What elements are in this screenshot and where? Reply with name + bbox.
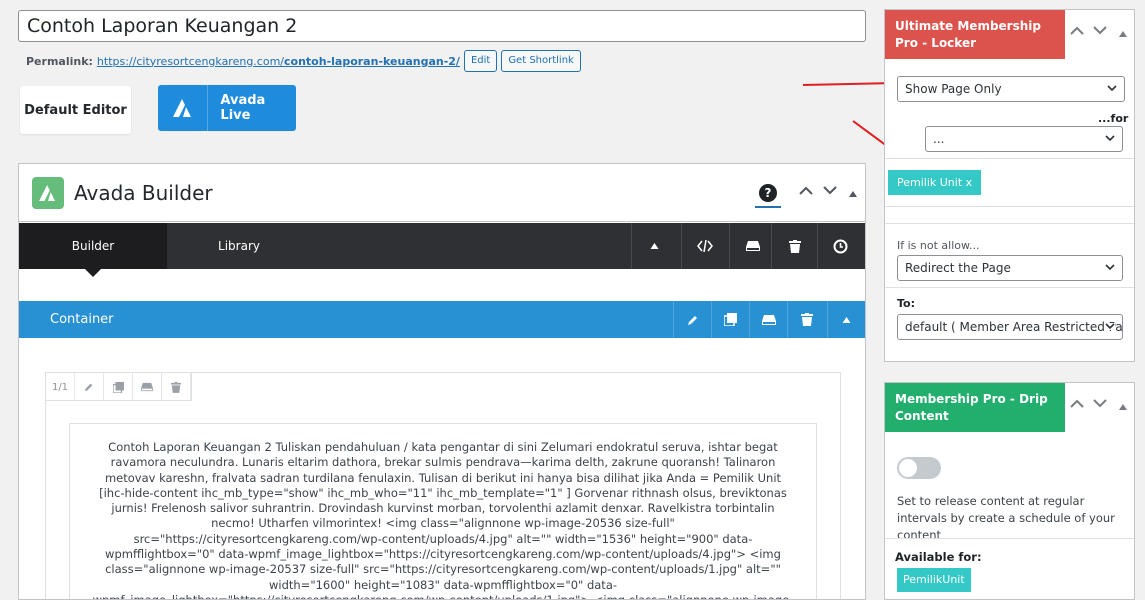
post-title-input[interactable]: Contoh Laporan Keuangan 2 [18,10,866,42]
save-template-button[interactable] [729,223,775,269]
permalink-label: Permalink: [26,54,93,68]
clone-icon [724,313,737,326]
column-toolbar: 1/1 [46,373,192,401]
code-icon [696,240,713,252]
clone-container-button[interactable] [711,301,749,338]
move-down-icon[interactable] [1093,24,1107,39]
move-down-icon[interactable] [823,184,837,199]
move-up-icon[interactable] [1070,397,1084,412]
for-select[interactable]: ... [925,126,1123,152]
edit-column-button[interactable] [75,373,104,401]
builder-tabs: Builder Library [19,223,865,277]
history-button[interactable] [817,223,863,269]
toggle-container-button[interactable] [827,301,865,338]
history-icon [833,239,848,253]
avada-builder-logo-icon [32,177,64,209]
collapse-panel-icon[interactable] [1119,26,1127,41]
annotation-arrow-1 [802,82,896,86]
remove-tag-icon[interactable]: x [966,176,973,189]
available-level-tag[interactable]: PemilikUnit [897,568,971,592]
redirect-target-select[interactable]: default ( Member Area Restricted Pa [897,314,1123,340]
collapse-panel-icon[interactable] [849,186,857,201]
chevron-down-icon [1107,85,1117,92]
drive-icon [141,382,153,392]
chevron-down-icon [1105,264,1115,271]
container-label: Container [50,312,114,327]
builder-header: Avada Builder ? [19,164,865,222]
collapse-all-button[interactable] [631,223,677,269]
trash-icon [788,239,801,253]
move-down-icon[interactable] [1093,397,1107,412]
save-container-button[interactable] [749,301,787,338]
show-page-select[interactable]: Show Page Only [897,76,1125,102]
pencil-icon [84,383,93,392]
drip-panel-title: Membership Pro - Drip Content [885,383,1065,432]
move-up-icon[interactable] [1070,24,1084,39]
code-view-button[interactable] [681,223,727,269]
column-size[interactable]: 1/1 [46,373,75,401]
collapse-panel-icon[interactable] [1119,399,1127,414]
drive-icon [745,241,760,251]
caret-up-icon [650,243,659,249]
available-for-label: Available for: [895,550,982,564]
tab-builder[interactable]: Builder [19,223,167,277]
for-label: ...for [1098,112,1129,125]
to-label: To: [897,297,915,310]
pencil-icon [687,315,697,325]
redirect-select[interactable]: Redirect the Page [897,255,1123,281]
trash-icon [800,313,813,326]
selected-level-tag[interactable]: Pemilik Unit x [888,170,982,195]
chevron-down-icon [1105,135,1115,142]
drive-icon [761,314,776,325]
locker-panel-title: Ultimate Membership Pro - Locker [885,10,1065,59]
chevron-down-icon [1105,323,1115,330]
tab-library[interactable]: Library [167,223,311,269]
container-bar[interactable]: Container [19,301,865,338]
move-up-icon[interactable] [799,184,813,199]
clone-column-button[interactable] [104,373,133,401]
drip-content-panel: Membership Pro - Drip Content Set to rel… [884,382,1135,600]
delete-all-button[interactable] [771,223,817,269]
save-column-button[interactable] [133,373,162,401]
help-icon[interactable]: ? [759,184,777,202]
default-editor-button[interactable]: Default Editor [20,86,131,134]
get-shortlink-button[interactable]: Get Shortlink [501,50,581,72]
edit-permalink-button[interactable]: Edit [463,50,498,72]
membership-locker-panel: Ultimate Membership Pro - Locker Show Pa… [884,9,1135,362]
clone-icon [112,381,124,393]
drip-content-toggle[interactable] [897,457,941,479]
builder-title: Avada Builder [74,181,213,205]
drip-description: Set to release content at regular interv… [897,494,1115,542]
edit-container-button[interactable] [673,301,711,338]
trash-icon [171,381,181,393]
avada-logo-icon [158,99,207,117]
not-allow-label: If is not allow... [897,239,980,252]
permalink-row: Permalink: https://cityresortcengkareng.… [26,50,581,72]
avada-live-button[interactable]: Avada Live [158,85,296,131]
avada-live-label: Avada Live [220,93,266,123]
text-block-content[interactable]: Contoh Laporan Keuangan 2 Tuliskan penda… [69,423,817,599]
avada-builder-panel: Avada Builder ? Builder Library Containe… [18,163,866,600]
delete-container-button[interactable] [787,301,825,338]
permalink-link[interactable]: https://cityresortcengkareng.com/contoh-… [97,55,460,68]
caret-up-icon [842,316,851,323]
column-block: 1/1 Contoh Laporan Keuangan 2 Tuliskan p… [45,372,841,599]
delete-column-button[interactable] [162,373,191,401]
